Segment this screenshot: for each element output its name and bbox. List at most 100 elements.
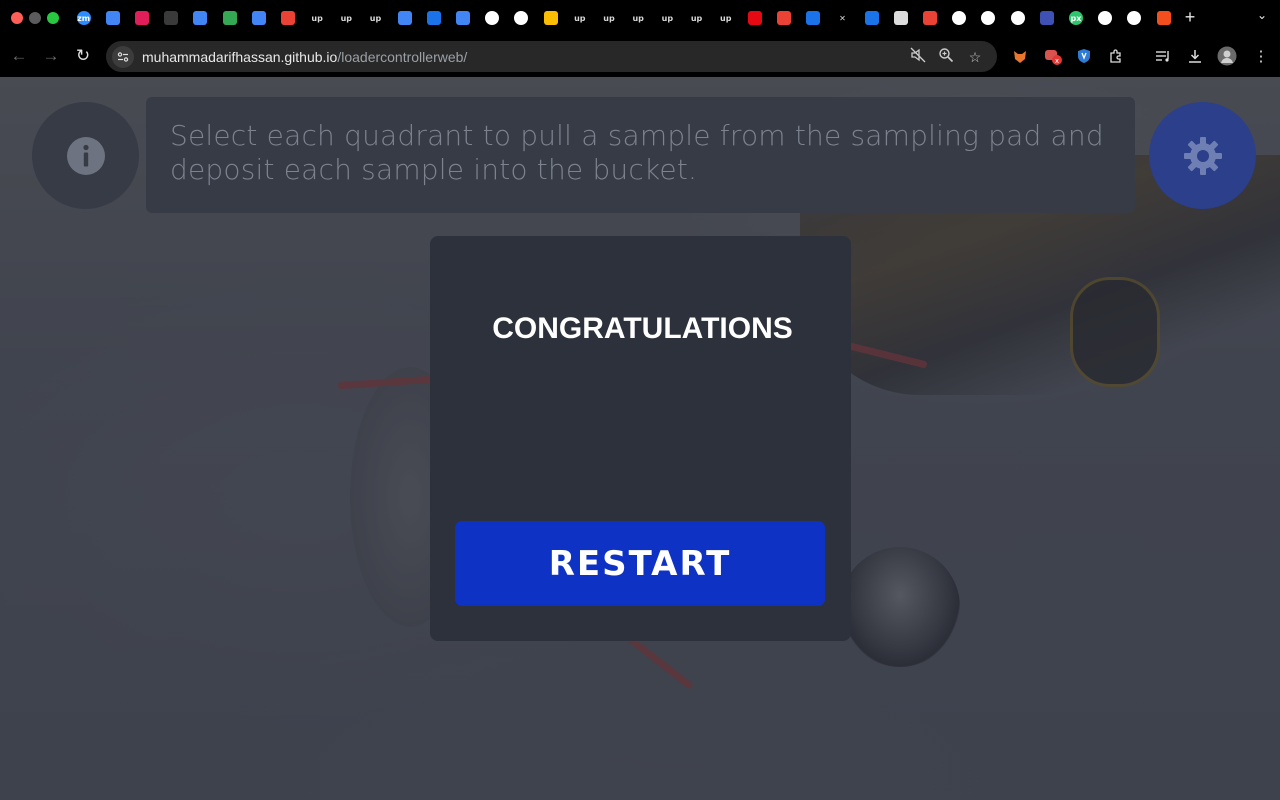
google-docs-icon xyxy=(193,11,208,25)
browser-tab[interactable] xyxy=(915,6,944,30)
extension-fox-icon[interactable] xyxy=(1009,45,1031,67)
browser-menu-icon[interactable]: ⋮ xyxy=(1250,45,1272,67)
upwork-icon: up xyxy=(369,13,382,23)
forward-button[interactable]: → xyxy=(40,45,62,67)
site-info-icon[interactable] xyxy=(112,45,134,68)
browser-tab[interactable]: zm xyxy=(69,6,98,30)
browser-tab[interactable] xyxy=(478,6,507,30)
address-bar[interactable]: muhammadarifhassan.github.io/loadercontr… xyxy=(106,41,997,72)
media-control-icon[interactable] xyxy=(1152,45,1174,67)
info-icon xyxy=(66,136,105,175)
browser-tab[interactable] xyxy=(1149,6,1178,30)
google-docs-icon xyxy=(456,11,471,25)
new-tab-button[interactable]: + xyxy=(1180,7,1200,28)
url-host: muhammadarifhassan.github.io xyxy=(142,48,338,65)
pixabay-icon: px xyxy=(1068,11,1083,25)
browser-tab[interactable]: up xyxy=(653,6,682,30)
browser-tab[interactable]: up xyxy=(361,6,390,30)
minimize-window-button[interactable] xyxy=(29,12,41,24)
google-docs-icon xyxy=(397,11,412,25)
settings-button[interactable] xyxy=(1149,102,1256,209)
browser-tab[interactable] xyxy=(1091,6,1120,30)
browser-tab[interactable] xyxy=(945,6,974,30)
back-button[interactable]: ← xyxy=(8,45,30,67)
browser-tab[interactable]: up xyxy=(565,6,594,30)
zoom-icon[interactable] xyxy=(936,47,956,67)
chatgpt-icon xyxy=(164,11,179,25)
figma-icon xyxy=(1156,11,1171,25)
info-button[interactable] xyxy=(32,102,139,209)
extension-shield-icon[interactable] xyxy=(1073,45,1095,67)
upwork-icon: up xyxy=(720,13,732,23)
tab-list: zm up up up up up up up up up ✕ px xyxy=(69,6,1178,30)
browser-tab[interactable] xyxy=(886,6,915,30)
close-window-button[interactable] xyxy=(11,12,23,24)
browser-tab[interactable] xyxy=(507,6,536,30)
browser-tab[interactable] xyxy=(799,6,828,30)
browser-tab[interactable]: up xyxy=(303,6,332,30)
browser-tab[interactable]: up xyxy=(594,6,623,30)
settings-icon xyxy=(864,11,879,25)
google-icon xyxy=(514,11,529,25)
browser-tab[interactable] xyxy=(1003,6,1032,30)
bookmark-star-icon[interactable]: ☆ xyxy=(965,47,985,67)
browser-tab[interactable] xyxy=(215,6,244,30)
google-icon xyxy=(1098,11,1113,25)
browser-tab[interactable]: up xyxy=(682,6,711,30)
browser-tab[interactable]: up xyxy=(711,6,740,30)
browser-tab[interactable]: px xyxy=(1061,6,1090,30)
download-icon xyxy=(426,11,441,25)
google-drive-icon xyxy=(543,11,558,25)
browser-tab[interactable]: up xyxy=(624,6,653,30)
browser-tab[interactable] xyxy=(1032,6,1061,30)
google-icon xyxy=(952,11,967,25)
browser-toolbar: ← → ↻ muhammadarifhassan.github.io/loade… xyxy=(0,36,1280,77)
browser-tab[interactable] xyxy=(390,6,419,30)
history-icon xyxy=(806,11,821,25)
slack-icon xyxy=(134,11,149,25)
browser-tab[interactable]: up xyxy=(332,6,361,30)
downloads-icon[interactable] xyxy=(1184,45,1206,67)
tab-search-button[interactable]: ⌄ xyxy=(1252,8,1272,22)
google-docs-icon xyxy=(251,11,266,25)
upwork-icon: up xyxy=(340,13,352,23)
completion-dialog: CONGRATULATIONS RESTART xyxy=(430,236,851,641)
browser-tab[interactable] xyxy=(770,6,799,30)
reload-button[interactable]: ↻ xyxy=(72,45,94,67)
browser-tab[interactable] xyxy=(857,6,886,30)
browser-tab[interactable] xyxy=(157,6,186,30)
google-docs-icon xyxy=(105,11,120,25)
netflix-icon xyxy=(747,11,762,25)
browser-tab[interactable] xyxy=(974,6,1003,30)
browser-tab[interactable] xyxy=(244,6,273,30)
browser-tab[interactable] xyxy=(419,6,448,30)
extension-blocker-icon[interactable]: x xyxy=(1042,45,1064,67)
muted-audio-icon[interactable] xyxy=(908,47,928,67)
browser-tab[interactable] xyxy=(1120,6,1149,30)
browser-tab[interactable] xyxy=(186,6,215,30)
upwork-icon: up xyxy=(603,13,615,23)
upwork-icon: up xyxy=(311,13,323,23)
maximize-window-button[interactable] xyxy=(47,12,59,24)
upwork-icon: up xyxy=(574,13,586,23)
instructions-panel: Select each quadrant to pull a sample fr… xyxy=(146,97,1135,213)
profile-avatar[interactable] xyxy=(1216,45,1238,67)
restart-button[interactable]: RESTART xyxy=(455,521,825,606)
play-icon xyxy=(1039,11,1054,25)
browser-tab[interactable]: ✕ xyxy=(828,6,857,30)
google-icon xyxy=(1010,11,1025,25)
upwork-icon: up xyxy=(632,13,644,23)
browser-tab[interactable] xyxy=(536,6,565,30)
extensions-puzzle-icon[interactable] xyxy=(1105,45,1127,67)
browser-tab[interactable] xyxy=(740,6,769,30)
tab-strip: zm up up up up up up up up up ✕ px + ⌄ xyxy=(0,0,1280,36)
browser-tab[interactable] xyxy=(273,6,302,30)
google-icon xyxy=(485,11,500,25)
browser-tab[interactable] xyxy=(98,6,127,30)
instructions-text: Select each quadrant to pull a sample fr… xyxy=(170,119,1104,186)
svg-text:x: x xyxy=(1055,57,1059,65)
browser-tab[interactable] xyxy=(448,6,477,30)
dialog-title: CONGRATULATIONS xyxy=(492,312,793,345)
browser-tab[interactable] xyxy=(127,6,156,30)
upwork-icon: up xyxy=(690,13,703,23)
